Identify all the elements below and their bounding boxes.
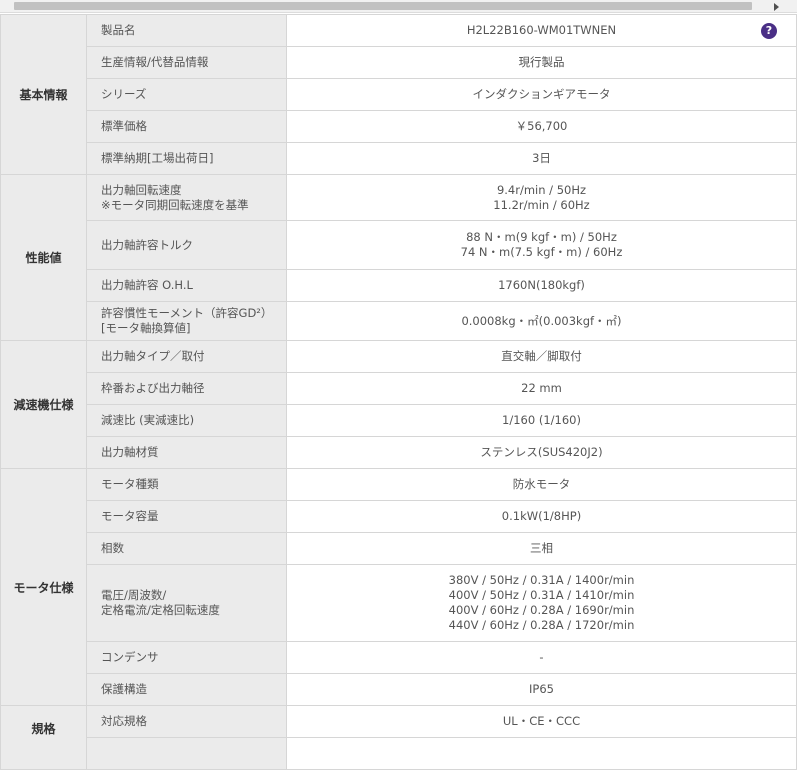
spec-table: 基本情報 製品名 H2L22B160-WM01TWNEN ? 生産情報/代替品情… <box>0 14 797 770</box>
table-row: 電圧/周波数/ 定格電流/定格回転速度 380V / 50Hz / 0.31A … <box>1 564 797 642</box>
table-row: モータ容量 0.1kW(1/8HP) <box>1 500 797 533</box>
table-row: 相数 三相 <box>1 532 797 565</box>
product-name-text: H2L22B160-WM01TWNEN <box>466 23 617 37</box>
value-standards: UL・CE・CCC <box>286 705 797 738</box>
label-phase: 相数 <box>86 532 287 565</box>
table-row: 規格 対応規格 UL・CE・CCC <box>0 705 797 770</box>
table-row: 基本情報 製品名 H2L22B160-WM01TWNEN ? <box>0 14 797 175</box>
table-row: モータ仕様 モータ種類 防水モータ <box>0 468 797 706</box>
table-row: シリーズ インダクションギアモータ <box>1 78 797 111</box>
table-row: 出力軸材質 ステンレス(SUS420J2) <box>1 436 797 469</box>
label-product-name: 製品名 <box>86 14 287 47</box>
label-shaft-type: 出力軸タイプ／取付 <box>86 340 287 373</box>
label-output-speed: 出力軸回転速度 ※モータ同期回転速度を基準 <box>86 174 287 221</box>
value-ratio: 1/160 (1/160) <box>286 404 797 437</box>
group-reducer: 減速機仕様 <box>0 340 87 469</box>
value-torque: 88 N・m(9 kgf・m) / 50Hz 74 N・m(7.5 kgf・m)… <box>286 220 797 270</box>
value-phase: 三相 <box>286 532 797 565</box>
table-row: 出力軸許容トルク 88 N・m(9 kgf・m) / 50Hz 74 N・m(7… <box>1 220 797 270</box>
label-delivery: 標準納期[工場出荷日] <box>86 142 287 175</box>
scrollbar-thumb[interactable] <box>14 2 752 10</box>
label-line: [モータ軸換算値] <box>101 321 191 335</box>
value-line: 440V / 60Hz / 0.28A / 1720r/min <box>448 618 635 632</box>
value-motor-type: 防水モータ <box>286 468 797 501</box>
label-torque: 出力軸許容トルク <box>86 220 287 270</box>
label-line: 電圧/周波数/ <box>101 588 167 602</box>
group-performance: 性能値 <box>0 174 87 341</box>
value-product-name: H2L22B160-WM01TWNEN ? <box>286 14 797 47</box>
label-empty <box>86 737 287 770</box>
table-row: 出力軸許容 O.H.L 1760N(180kgf) <box>1 269 797 302</box>
label-motor-capacity: モータ容量 <box>86 500 287 533</box>
value-shaft-type: 直交軸／脚取付 <box>286 340 797 373</box>
label-shaft-material: 出力軸材質 <box>86 436 287 469</box>
label-line: ※モータ同期回転速度を基準 <box>101 197 249 212</box>
table-row: 許容慣性モーメント（許容GD²） [モータ軸換算値] 0.0008kg・㎡(0.… <box>1 301 797 341</box>
table-row: 枠番および出力軸径 22 mm <box>1 372 797 405</box>
label-standards: 対応規格 <box>86 705 287 738</box>
value-protection: IP65 <box>286 673 797 706</box>
value-delivery: 3日 <box>286 142 797 175</box>
table-row: 生産情報/代替品情報 現行製品 <box>1 46 797 79</box>
label-frame-size: 枠番および出力軸径 <box>86 372 287 405</box>
group-basic-info: 基本情報 <box>0 14 87 175</box>
horizontal-scrollbar[interactable] <box>0 0 797 13</box>
label-line: 出力軸回転速度 <box>101 182 182 197</box>
table-row: 減速比 (実減速比) 1/160 (1/160) <box>1 404 797 437</box>
value-line: 11.2r/min / 60Hz <box>493 197 590 212</box>
label-condenser: コンデンサ <box>86 641 287 674</box>
label-motor-type: モータ種類 <box>86 468 287 501</box>
table-row: 性能値 出力軸回転速度 ※モータ同期回転速度を基準 9.4r/min / 50H… <box>0 174 797 341</box>
value-motor-capacity: 0.1kW(1/8HP) <box>286 500 797 533</box>
value-line: 400V / 60Hz / 0.28A / 1690r/min <box>448 603 635 617</box>
table-row: 標準価格 ￥56,700 <box>1 110 797 143</box>
value-shaft-material: ステンレス(SUS420J2) <box>286 436 797 469</box>
value-condenser: - <box>286 641 797 674</box>
label-production-info: 生産情報/代替品情報 <box>86 46 287 79</box>
value-line: 400V / 50Hz / 0.31A / 1410r/min <box>448 588 635 602</box>
label-price: 標準価格 <box>86 110 287 143</box>
group-standards: 規格 <box>0 705 87 770</box>
label-line: 許容慣性モーメント（許容GD²） <box>101 306 273 320</box>
value-line: 380V / 50Hz / 0.31A / 1400r/min <box>448 573 635 587</box>
group-standards-label: 規格 <box>31 722 56 736</box>
label-ratio: 減速比 (実減速比) <box>86 404 287 437</box>
group-motor: モータ仕様 <box>0 468 87 706</box>
value-voltage: 380V / 50Hz / 0.31A / 1400r/min 400V / 5… <box>286 564 797 642</box>
value-frame-size: 22 mm <box>286 372 797 405</box>
label-ohl: 出力軸許容 O.H.L <box>86 269 287 302</box>
value-line: 74 N・m(7.5 kgf・m) / 60Hz <box>460 245 623 259</box>
value-inertia: 0.0008kg・㎡(0.003kgf・㎡) <box>286 301 797 341</box>
value-series: インダクションギアモータ <box>286 78 797 111</box>
scroll-right-arrow-icon[interactable] <box>774 3 779 11</box>
value-line: 9.4r/min / 50Hz <box>496 182 587 197</box>
table-row: 保護構造 IP65 <box>1 673 797 706</box>
label-voltage: 電圧/周波数/ 定格電流/定格回転速度 <box>86 564 287 642</box>
table-row: 減速機仕様 出力軸タイプ／取付 直交軸／脚取付 <box>0 340 797 469</box>
question-circle-icon[interactable]: ? <box>761 22 777 39</box>
value-line: 88 N・m(9 kgf・m) / 50Hz <box>466 230 617 244</box>
value-production-info: 現行製品 <box>286 46 797 79</box>
value-output-speed: 9.4r/min / 50Hz 11.2r/min / 60Hz <box>286 174 797 221</box>
table-row: 標準納期[工場出荷日] 3日 <box>1 142 797 175</box>
label-protection: 保護構造 <box>86 673 287 706</box>
value-ohl: 1760N(180kgf) <box>286 269 797 302</box>
table-row: コンデンサ - <box>1 641 797 674</box>
value-empty <box>286 737 797 770</box>
value-price: ￥56,700 <box>286 110 797 143</box>
label-inertia: 許容慣性モーメント（許容GD²） [モータ軸換算値] <box>86 301 287 341</box>
table-row <box>1 737 797 770</box>
label-line: 定格電流/定格回転速度 <box>101 603 220 617</box>
label-series: シリーズ <box>86 78 287 111</box>
